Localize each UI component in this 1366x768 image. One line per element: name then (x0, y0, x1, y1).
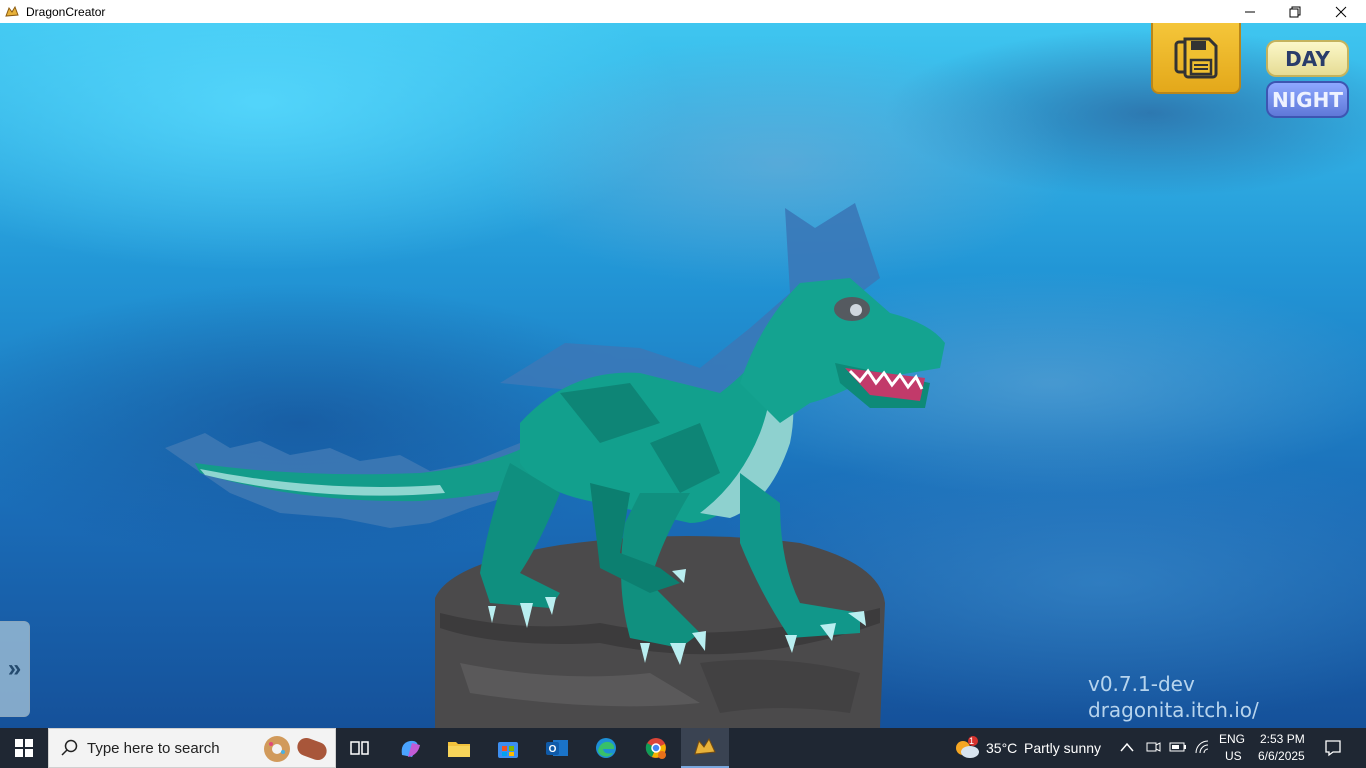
taskbar-search[interactable]: Type here to search (48, 728, 336, 768)
clock-time[interactable]: 2:53 PM (1260, 732, 1305, 746)
save-icon (1174, 37, 1218, 78)
close-button[interactable] (1318, 0, 1364, 23)
chevron-up-icon[interactable] (1120, 742, 1134, 752)
copilot-button[interactable] (386, 728, 434, 768)
folder-icon (448, 742, 470, 757)
side-panel-toggle[interactable]: » (0, 621, 30, 717)
website-text: dragonita.itch.io/ (1088, 698, 1259, 722)
outlook-button[interactable]: O (533, 728, 581, 768)
chrome-button[interactable] (632, 728, 680, 768)
weather-desc[interactable]: Partly sunny (1024, 740, 1101, 756)
search-placeholder: Type here to search (87, 739, 220, 757)
taskbar: Type here to search O 1 35°C Partly sunn… (0, 728, 1366, 768)
night-button[interactable]: NIGHT (1266, 81, 1349, 118)
language-bottom[interactable]: US (1225, 749, 1242, 763)
wifi-icon[interactable] (1194, 739, 1210, 755)
language-top[interactable]: ENG (1219, 732, 1245, 746)
file-explorer-button[interactable] (435, 728, 483, 768)
chrome-icon (645, 738, 666, 759)
windows-icon (15, 739, 33, 757)
dragon-app-icon (694, 737, 716, 755)
dragon-app-icon (5, 5, 19, 17)
restore-button[interactable] (1272, 0, 1318, 23)
outlook-icon: O (546, 740, 568, 756)
window-title: DragonCreator (26, 4, 106, 19)
task-view-icon (350, 741, 369, 755)
day-button[interactable]: DAY (1266, 40, 1349, 77)
restore-icon (1289, 6, 1301, 17)
close-icon (1335, 6, 1347, 17)
edge-button[interactable] (582, 728, 630, 768)
weather-icon (956, 736, 979, 758)
edge-icon (596, 738, 616, 758)
start-button[interactable] (0, 728, 48, 768)
minimize-icon (1245, 11, 1255, 12)
svg-text:O: O (549, 744, 557, 755)
meet-now-icon[interactable] (1145, 739, 1161, 755)
save-button[interactable] (1151, 23, 1241, 94)
copilot-icon (401, 740, 420, 757)
version-text: v0.7.1-dev (1088, 672, 1195, 696)
title-bar: DragonCreator (0, 0, 1366, 23)
search-icon (61, 739, 78, 756)
battery-icon[interactable] (1169, 741, 1187, 753)
search-highlight-icon (264, 736, 327, 762)
dragon-creator-taskbar-button[interactable] (681, 728, 729, 768)
dragon-scene[interactable] (0, 23, 1366, 728)
notification-icon[interactable] (1324, 739, 1342, 757)
minimize-button[interactable] (1227, 0, 1273, 23)
weather-temp[interactable]: 35°C (986, 740, 1017, 756)
store-icon (498, 742, 518, 758)
weather-badge: 1 (969, 736, 975, 746)
microsoft-store-button[interactable] (484, 728, 532, 768)
clock-date[interactable]: 6/6/2025 (1258, 749, 1305, 763)
game-viewport[interactable]: DAY NIGHT » v0.7.1-dev dragonita.itch.io… (0, 23, 1366, 728)
task-view-button[interactable] (336, 728, 384, 768)
version-watermark: v0.7.1-dev dragonita.itch.io/ (1088, 671, 1259, 723)
